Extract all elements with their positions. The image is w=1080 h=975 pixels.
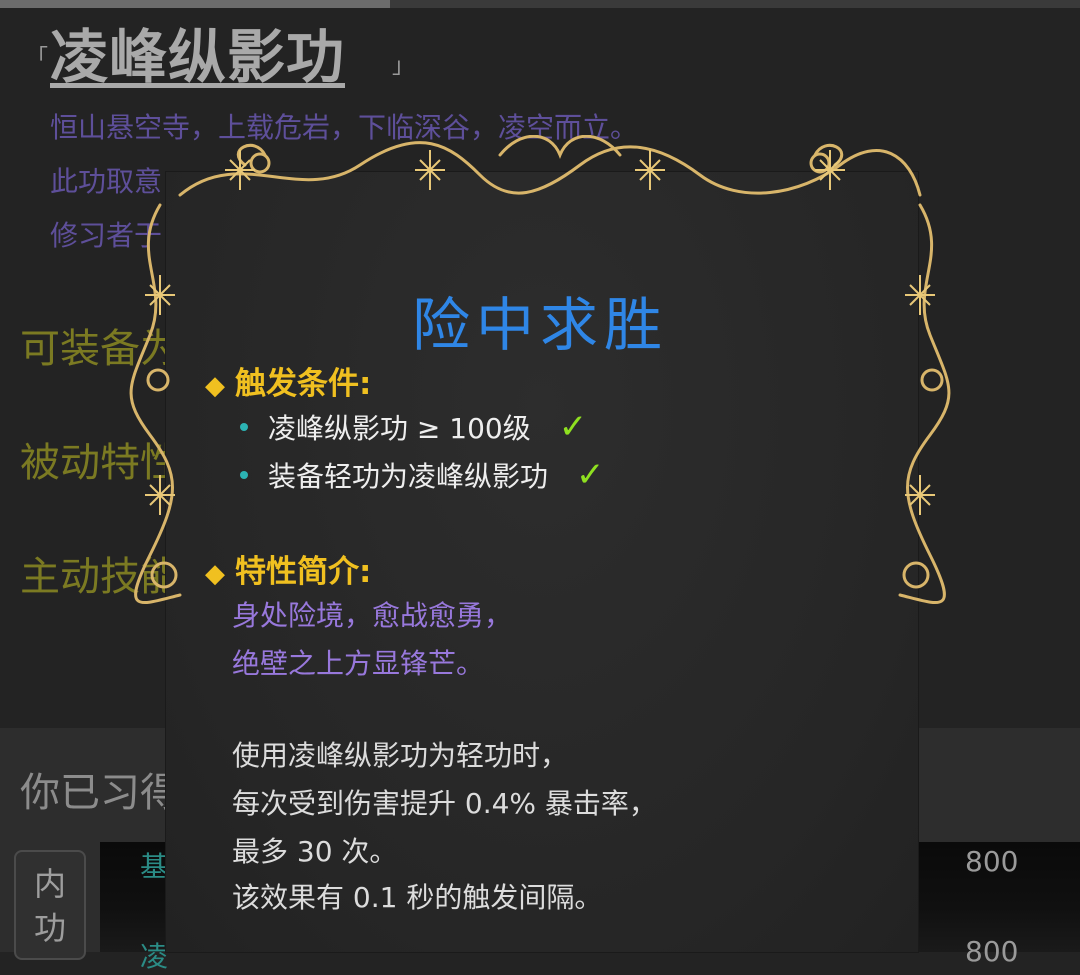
condition-text: 装备轻功为凌峰纵影功 [268, 460, 549, 493]
effect-text-line-4: 该效果有 0.1 秒的触发间隔。 [232, 881, 603, 914]
tab-label-1: 内 [33, 865, 66, 903]
title-bracket-open: 「 [26, 46, 49, 71]
skill-row-label[interactable]: 基 [140, 845, 168, 885]
bullet-icon [240, 423, 248, 431]
bullet-icon [240, 471, 248, 479]
tab-internal-skill[interactable]: 内 功 [14, 850, 86, 960]
skill-row-label[interactable]: 凌 [140, 935, 168, 975]
flavor-text-line-1: 身处险境，愈战愈勇， [232, 599, 513, 632]
diamond-icon: ◆ [205, 559, 225, 589]
top-bar-highlight [0, 0, 390, 8]
page-title: 凌峰纵影功 [50, 23, 346, 91]
effect-text-line-1: 使用凌峰纵影功为轻功时， [232, 739, 569, 772]
condition-text: 凌峰纵影功 ≥ 100级 [268, 412, 531, 445]
check-icon: ✓ [576, 455, 605, 495]
popup-title: 险中求胜 [411, 291, 668, 359]
effect-text-line-2: 每次受到伤害提升 0.4% 暴击率， [232, 787, 657, 820]
description-line-3: 修习者于 [50, 219, 163, 252]
condition-row: 凌峰纵影功 ≥ 100级 ✓ [240, 407, 587, 447]
learned-text: 你已习得 [20, 770, 180, 816]
skill-row-value: 800 [965, 845, 1019, 878]
description-line-1: 恒山悬空寺，上载危岩，下临深谷，凌空而立。 [50, 111, 639, 144]
condition-row: 装备轻功为凌峰纵影功 ✓ [240, 455, 605, 495]
section-passive-traits[interactable]: 被动特性 [20, 430, 180, 488]
tab-label-2: 功 [33, 909, 66, 947]
check-icon: ✓ [558, 407, 588, 447]
trigger-conditions-heading: ◆ 触发条件: [205, 358, 371, 403]
title-bracket-close: 」 [392, 54, 415, 79]
intro-heading-label: 特性简介: [235, 554, 372, 590]
diamond-icon: ◆ [205, 371, 225, 401]
flavor-text-line-2: 绝壁之上方显锋芒。 [232, 647, 485, 680]
section-active-skills[interactable]: 主动技能 [20, 544, 180, 602]
description-line-2: 此功取意 [50, 165, 163, 198]
trigger-heading-label: 触发条件: [235, 366, 372, 402]
trait-intro-heading: ◆ 特性简介: [205, 546, 371, 591]
effect-text-line-3: 最多 30 次。 [232, 835, 398, 868]
